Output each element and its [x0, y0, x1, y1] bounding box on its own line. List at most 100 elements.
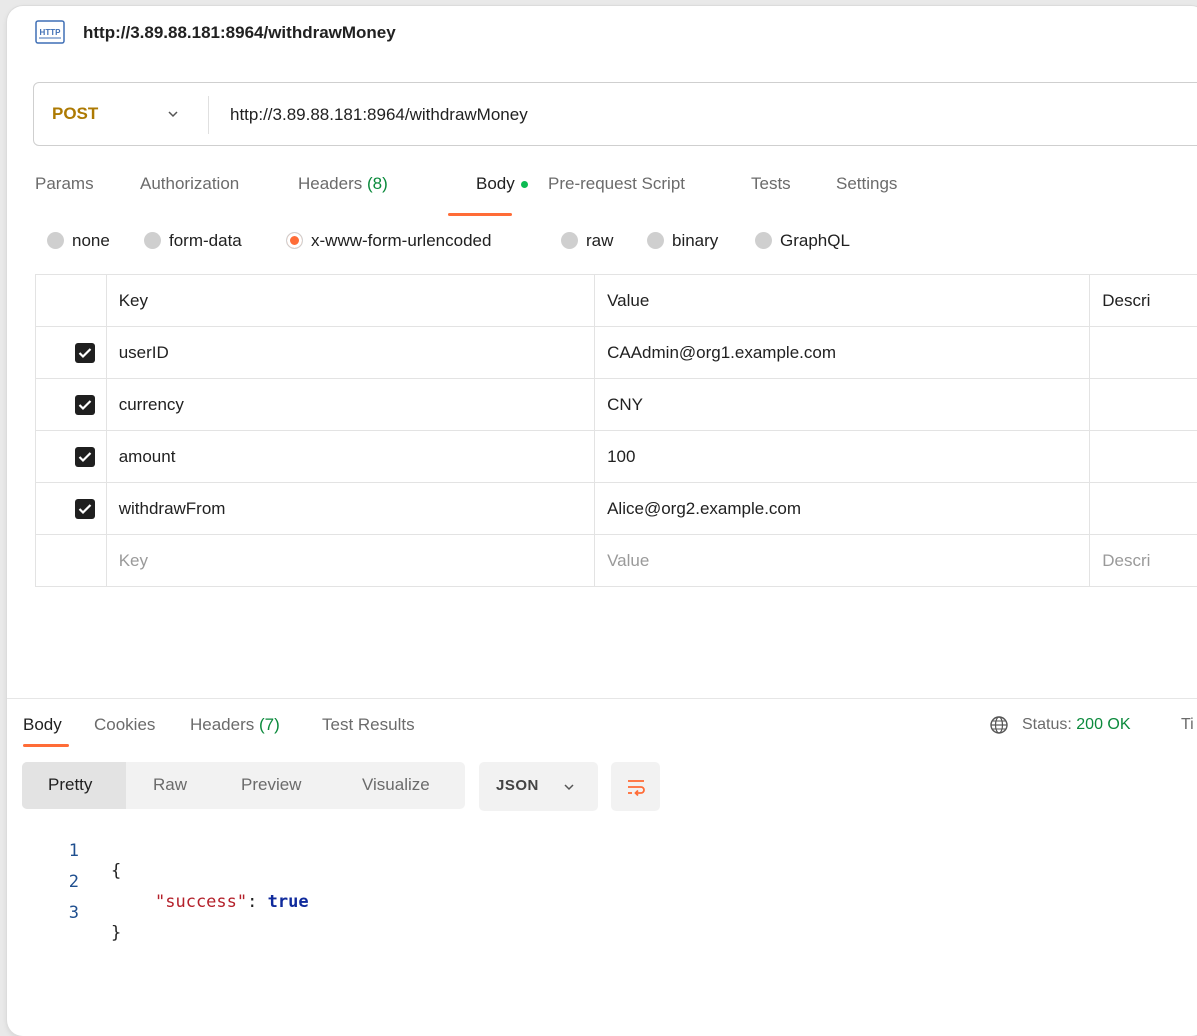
tab-tests[interactable]: Tests	[751, 174, 791, 194]
active-tab-underline	[448, 213, 512, 216]
svg-text:HTTP: HTTP	[40, 28, 62, 37]
radio-binary[interactable]: binary	[647, 231, 718, 251]
row-key[interactable]: currency	[106, 379, 594, 431]
row-description[interactable]	[1090, 379, 1197, 431]
headers-count: (8)	[367, 174, 388, 193]
view-mode-group: Pretty Raw Preview Visualize	[22, 762, 465, 809]
code-text: }	[111, 923, 121, 943]
radio-none[interactable]: none	[47, 231, 110, 251]
tab-authorization[interactable]: Authorization	[140, 174, 239, 194]
radio-circle	[561, 232, 578, 249]
table-row-new: Key Value Descri	[36, 535, 1197, 587]
row-key[interactable]: userID	[106, 327, 594, 379]
wrap-lines-button[interactable]	[611, 762, 660, 811]
chevron-down-icon[interactable]	[166, 107, 180, 121]
format-select[interactable]: JSON	[479, 762, 598, 811]
radio-raw[interactable]: raw	[561, 231, 613, 251]
tab-label: Authorization	[140, 174, 239, 193]
description-placeholder[interactable]: Descri	[1090, 535, 1197, 587]
chevron-down-icon	[562, 780, 576, 794]
row-checkbox-cell	[36, 327, 107, 379]
table-row: userID CAAdmin@org1.example.com	[36, 327, 1197, 379]
row-value[interactable]: 100	[595, 431, 1090, 483]
time-label-truncated[interactable]: Ti	[1181, 716, 1194, 734]
row-key[interactable]: amount	[106, 431, 594, 483]
tab-settings[interactable]: Settings	[836, 174, 897, 194]
check-icon	[78, 399, 92, 411]
body-indicator-dot	[521, 181, 528, 188]
response-tab-cookies[interactable]: Cookies	[94, 715, 155, 735]
status-indicator[interactable]: Status: 200 OK	[1022, 716, 1131, 734]
method-select[interactable]: POST	[52, 104, 98, 124]
http-icon: HTTP	[35, 20, 65, 44]
code-line: 2 "success": true	[7, 852, 68, 877]
view-preview-button[interactable]: Preview	[241, 775, 301, 795]
headers-count: (7)	[259, 715, 280, 734]
header-description: Descri	[1090, 275, 1197, 327]
tab-label: Headers	[190, 715, 254, 734]
radio-circle	[47, 232, 64, 249]
json-key: "success"	[155, 892, 247, 912]
row-checkbox[interactable]	[75, 343, 95, 363]
check-icon	[78, 503, 92, 515]
row-description[interactable]	[1090, 431, 1197, 483]
active-response-tab-underline	[23, 744, 69, 747]
value-placeholder[interactable]: Value	[595, 535, 1090, 587]
tab-label: Pre-request Script	[548, 174, 685, 193]
row-description[interactable]	[1090, 327, 1197, 379]
code-text: {	[111, 861, 121, 881]
tab-params[interactable]: Params	[35, 174, 94, 194]
row-key[interactable]: withdrawFrom	[106, 483, 594, 535]
tab-headers[interactable]: Headers (8)	[298, 174, 388, 194]
header-key: Key	[106, 275, 594, 327]
tab-label: Headers	[298, 174, 362, 193]
response-tab-headers[interactable]: Headers (7)	[190, 715, 280, 735]
radio-graphql[interactable]: GraphQL	[755, 231, 850, 251]
radio-label: x-www-form-urlencoded	[311, 231, 491, 250]
tab-pre-request-script[interactable]: Pre-request Script	[548, 174, 685, 194]
postman-window: HTTP http://3.89.88.181:8964/withdrawMon…	[7, 6, 1197, 1036]
view-pretty-button[interactable]: Pretty	[48, 775, 92, 795]
tab-body[interactable]: Body	[476, 174, 528, 194]
json-value: true	[268, 892, 309, 912]
code-line: 1 {	[7, 821, 68, 846]
radio-x-www-form-urlencoded[interactable]: x-www-form-urlencoded	[286, 231, 491, 251]
tab-label: Settings	[836, 174, 897, 193]
radio-circle	[755, 232, 772, 249]
url-input[interactable]: http://3.89.88.181:8964/withdrawMoney	[230, 105, 528, 125]
table-row: withdrawFrom Alice@org2.example.com	[36, 483, 1197, 535]
request-title[interactable]: http://3.89.88.181:8964/withdrawMoney	[83, 23, 396, 43]
tab-label: Cookies	[94, 715, 155, 734]
wrap-lines-icon	[624, 775, 648, 799]
check-icon	[78, 451, 92, 463]
row-value[interactable]: CNY	[595, 379, 1090, 431]
response-tab-body[interactable]: Body	[23, 715, 62, 735]
response-divider[interactable]	[7, 698, 1197, 699]
globe-icon[interactable]	[989, 715, 1009, 735]
header-value: Value	[595, 275, 1090, 327]
response-tab-test-results[interactable]: Test Results	[322, 715, 415, 735]
check-icon	[78, 347, 92, 359]
tab-label: Params	[35, 174, 94, 193]
row-checkbox[interactable]	[75, 447, 95, 467]
code-text: "success": true	[155, 892, 309, 912]
row-checkbox[interactable]	[75, 395, 95, 415]
key-placeholder[interactable]: Key	[106, 535, 594, 587]
row-value[interactable]: CAAdmin@org1.example.com	[595, 327, 1090, 379]
url-bar: POST http://3.89.88.181:8964/withdrawMon…	[33, 82, 1197, 146]
json-colon: :	[247, 892, 267, 912]
row-checkbox[interactable]	[75, 499, 95, 519]
radio-form-data[interactable]: form-data	[144, 231, 242, 251]
view-raw-button[interactable]: Raw	[153, 775, 187, 795]
table-row: amount 100	[36, 431, 1197, 483]
row-value[interactable]: Alice@org2.example.com	[595, 483, 1090, 535]
table-row: currency CNY	[36, 379, 1197, 431]
format-label: JSON	[496, 777, 539, 794]
view-visualize-button[interactable]: Visualize	[362, 775, 430, 795]
row-description[interactable]	[1090, 483, 1197, 535]
row-checkbox-cell	[36, 379, 107, 431]
row-checkbox-cell	[36, 431, 107, 483]
line-number: 3	[59, 903, 79, 923]
radio-label: GraphQL	[780, 231, 850, 250]
url-separator	[208, 96, 209, 134]
